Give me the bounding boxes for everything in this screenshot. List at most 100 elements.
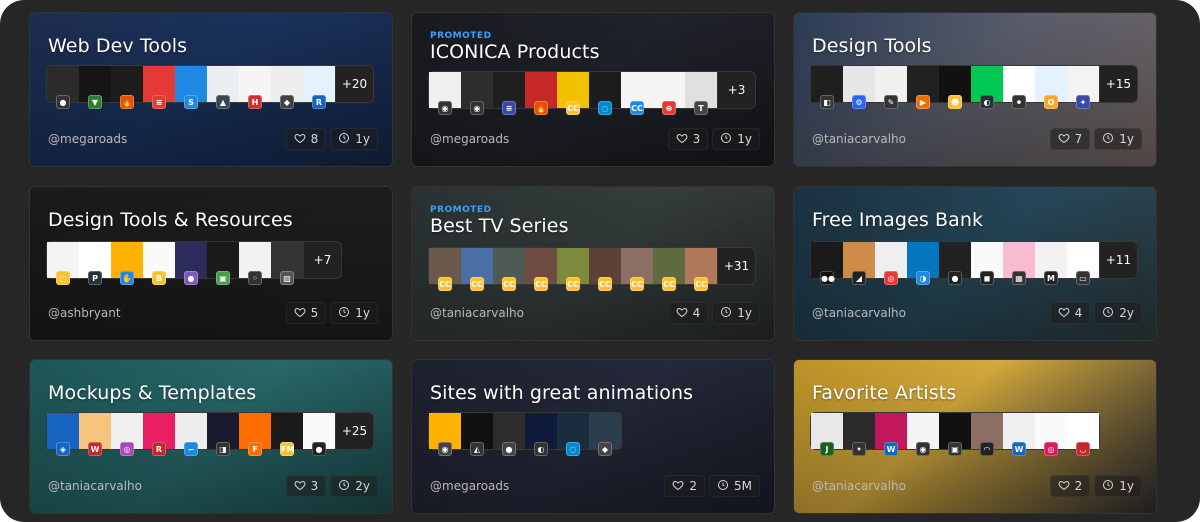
link-thumbnail[interactable]: W (79, 413, 111, 456)
collection-owner[interactable]: @taniacarvalho (812, 306, 906, 320)
link-thumbnail[interactable]: ● (303, 413, 335, 456)
link-preview-strip[interactable]: ● ▼ 🔥 ≡ S ▲ H ◆ R +20 (46, 65, 374, 109)
link-thumbnail[interactable]: ● (939, 242, 971, 285)
link-thumbnail[interactable]: ◎ (111, 413, 143, 456)
link-thumbnail[interactable]: ◐ (525, 413, 557, 456)
link-thumbnail[interactable]: ∽ (175, 413, 207, 456)
more-links-count[interactable]: +25 (335, 413, 373, 449)
more-links-count[interactable]: +7 (303, 242, 341, 278)
link-thumbnail[interactable]: ◆ (271, 66, 303, 109)
link-preview-strip[interactable]: ◉ ◭ ● ◐ ◌ ◆ (428, 412, 622, 456)
collection-card[interactable]: Design Tools & Resources ▢ P ✋ B ● ▣ ◦ ▨… (29, 186, 393, 341)
link-thumbnail[interactable]: R (303, 66, 335, 109)
link-preview-strip[interactable]: ●● ◢ ◎ ◑ ● ◼ ▦ M ▭ +11 (810, 241, 1138, 285)
link-thumbnail[interactable]: CC (557, 248, 589, 291)
link-thumbnail[interactable]: CC (461, 248, 493, 291)
collection-title[interactable]: Web Dev Tools (48, 35, 187, 57)
link-thumbnail[interactable]: ▣ (207, 242, 239, 285)
link-preview-strip[interactable]: ◈ W ◎ R ∽ ◨ F FM ● +25 (46, 412, 374, 456)
link-thumbnail[interactable]: ◡ (1067, 413, 1099, 456)
collection-title[interactable]: Best TV Series (430, 215, 569, 237)
link-thumbnail[interactable]: CC (685, 248, 717, 291)
link-thumbnail[interactable]: ◉ (429, 72, 461, 115)
link-thumbnail[interactable]: ◌ (557, 413, 589, 456)
link-thumbnail[interactable]: ⚙ (843, 66, 875, 109)
link-thumbnail[interactable]: ✎ (875, 66, 907, 109)
collection-owner[interactable]: @taniacarvalho (812, 132, 906, 146)
likes-button[interactable]: 4 (1049, 302, 1091, 324)
link-thumbnail[interactable]: CC (621, 248, 653, 291)
link-preview-strip[interactable]: ◧ ⚙ ✎ ▶ ☻ ◐ ⚫ O ✦ +15 (810, 65, 1138, 109)
link-thumbnail[interactable]: ☻ (939, 66, 971, 109)
link-thumbnail[interactable]: ◉ (461, 72, 493, 115)
collection-card[interactable]: Sites with great animations ◉ ◭ ● ◐ ◌ ◆ … (411, 359, 775, 514)
more-links-count[interactable]: +20 (335, 66, 373, 102)
collection-title[interactable]: Free Images Bank (812, 209, 983, 231)
link-thumbnail[interactable]: ◢ (843, 242, 875, 285)
link-thumbnail[interactable]: ◌ (589, 72, 621, 115)
link-thumbnail[interactable]: J (811, 413, 843, 456)
collection-owner[interactable]: @taniacarvalho (812, 479, 906, 493)
link-preview-strip[interactable]: ◉ ◉ ≡ 🔥 CC ◌ CC ⊕ T +3 (428, 71, 756, 115)
collection-card[interactable]: Mockups & Templates ◈ W ◎ R ∽ ◨ F FM ● +… (29, 359, 393, 514)
link-thumbnail[interactable]: W (875, 413, 907, 456)
link-thumbnail[interactable]: ▶ (907, 66, 939, 109)
link-thumbnail[interactable]: ▲ (207, 66, 239, 109)
link-thumbnail[interactable]: ◉ (429, 413, 461, 456)
likes-button[interactable]: 4 (667, 302, 709, 324)
link-thumbnail[interactable]: ◧ (811, 66, 843, 109)
link-thumbnail[interactable]: ≡ (143, 66, 175, 109)
collection-owner[interactable]: @taniacarvalho (48, 479, 142, 493)
link-thumbnail[interactable]: R (143, 413, 175, 456)
link-thumbnail[interactable]: ✋ (111, 242, 143, 285)
link-thumbnail[interactable]: FM (271, 413, 303, 456)
link-thumbnail[interactable]: 🔥 (111, 66, 143, 109)
link-thumbnail[interactable]: ◎ (1035, 413, 1067, 456)
link-thumbnail[interactable]: ◨ (207, 413, 239, 456)
link-thumbnail[interactable]: ◆ (589, 413, 621, 456)
likes-button[interactable]: 3 (667, 128, 709, 150)
collection-card[interactable]: Web Dev Tools ● ▼ 🔥 ≡ S ▲ H ◆ R +20 @meg… (29, 12, 393, 167)
collection-title[interactable]: Design Tools & Resources (48, 209, 293, 231)
link-thumbnail[interactable]: CC (589, 248, 621, 291)
more-links-count[interactable]: +31 (717, 248, 755, 284)
likes-button[interactable]: 3 (285, 475, 327, 497)
link-thumbnail[interactable]: ⊕ (653, 72, 685, 115)
likes-button[interactable]: 2 (664, 475, 705, 497)
link-thumbnail[interactable]: ◦ (239, 242, 271, 285)
link-thumbnail[interactable]: ▣ (939, 413, 971, 456)
more-links-count[interactable]: +11 (1099, 242, 1137, 278)
link-thumbnail[interactable]: B (143, 242, 175, 285)
link-thumbnail[interactable]: S (175, 66, 207, 109)
likes-button[interactable]: 2 (1049, 475, 1091, 497)
link-thumbnail[interactable]: ⚫ (1003, 66, 1035, 109)
collection-owner[interactable]: @taniacarvalho (430, 306, 524, 320)
link-thumbnail[interactable]: CC (653, 248, 685, 291)
link-thumbnail[interactable]: ◐ (971, 66, 1003, 109)
collection-owner[interactable]: @megaroads (48, 132, 127, 146)
likes-button[interactable]: 7 (1049, 128, 1091, 150)
link-thumbnail[interactable]: CC (429, 248, 461, 291)
collection-owner[interactable]: @megaroads (430, 479, 509, 493)
link-thumbnail[interactable]: ● (493, 413, 525, 456)
link-thumbnail[interactable]: O (1035, 66, 1067, 109)
link-thumbnail[interactable]: • (843, 413, 875, 456)
link-thumbnail[interactable]: CC (557, 72, 589, 115)
link-thumbnail[interactable]: F (239, 413, 271, 456)
link-thumbnail[interactable]: CC (525, 248, 557, 291)
likes-button[interactable]: 5 (285, 302, 327, 324)
link-thumbnail[interactable]: ● (175, 242, 207, 285)
collection-title[interactable]: Sites with great animations (430, 382, 693, 404)
link-preview-strip[interactable]: ▢ P ✋ B ● ▣ ◦ ▨ +7 (46, 241, 342, 285)
likes-button[interactable]: 8 (285, 128, 327, 150)
more-links-count[interactable]: +15 (1099, 66, 1137, 102)
link-thumbnail[interactable]: ◭ (461, 413, 493, 456)
collection-card[interactable]: Design Tools ◧ ⚙ ✎ ▶ ☻ ◐ ⚫ O ✦ +15@tani (793, 12, 1157, 167)
link-thumbnail[interactable]: ◼ (971, 242, 1003, 285)
collection-card[interactable]: PROMOTED ICONICA Products ◉ ◉ ≡ 🔥 CC ◌ CC… (411, 12, 775, 167)
collection-card[interactable]: Free Images Bank ●● ◢ ◎ ◑ ● ◼ ▦ M ▭ +11 (793, 186, 1157, 341)
link-thumbnail[interactable]: ◑ (907, 242, 939, 285)
link-thumbnail[interactable]: ✦ (1067, 66, 1099, 109)
link-thumbnail[interactable]: ▨ (271, 242, 303, 285)
collection-owner[interactable]: @ashbryant (48, 306, 121, 320)
